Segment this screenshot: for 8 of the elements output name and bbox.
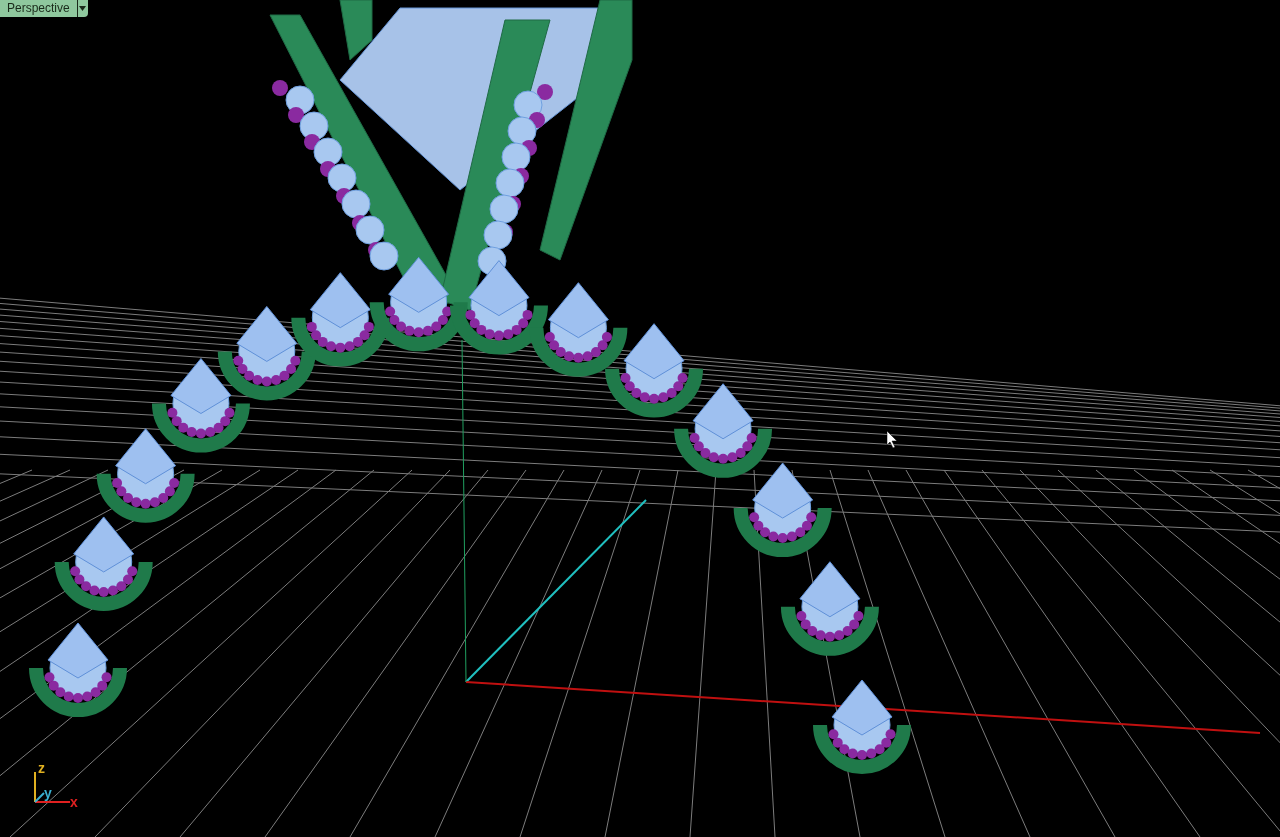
viewport-menu-button[interactable] [76, 0, 88, 17]
axis-label: z [38, 762, 45, 776]
caret-icon [79, 6, 87, 11]
axis-widget-drawing [34, 771, 71, 803]
viewport-title-tab[interactable]: Perspective [0, 0, 77, 17]
cursor-icon [886, 430, 898, 449]
axis-label: x [70, 794, 78, 810]
axis-label: y [44, 785, 52, 801]
